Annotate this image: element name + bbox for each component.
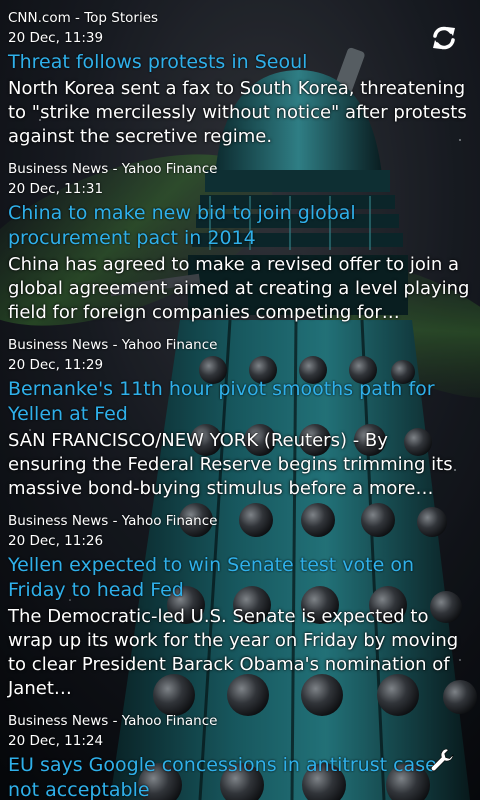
news-headline[interactable]: Threat follows protests in Seoul xyxy=(8,50,472,75)
news-headline[interactable]: China to make new bid to join global pro… xyxy=(8,201,472,251)
news-headline[interactable]: Yellen expected to win Senate test vote … xyxy=(8,553,472,603)
news-widget-screen: CNN.com - Top Stories 20 Dec, 11:39 Thre… xyxy=(0,0,480,800)
news-summary: The Democratic-led U.S. Senate is expect… xyxy=(8,606,459,699)
news-summary: China has agreed to make a revised offer… xyxy=(8,254,470,323)
news-summary: North Korea sent a fax to South Korea, t… xyxy=(8,78,467,147)
news-timestamp: 20 Dec, 11:29 xyxy=(8,357,104,373)
news-item[interactable]: Business News - Yahoo Finance 20 Dec, 11… xyxy=(0,511,480,701)
news-timestamp: 20 Dec, 11:24 xyxy=(8,733,104,749)
news-source: Business News - Yahoo Finance xyxy=(8,513,218,529)
news-source: Business News - Yahoo Finance xyxy=(8,161,218,177)
refresh-button[interactable] xyxy=(430,24,458,52)
news-timestamp: 20 Dec, 11:26 xyxy=(8,533,104,549)
news-item[interactable]: CNN.com - Top Stories 20 Dec, 11:39 Thre… xyxy=(0,8,480,149)
news-headline[interactable]: Bernanke's 11th hour pivot smooths path … xyxy=(8,377,472,427)
news-timestamp: 20 Dec, 11:39 xyxy=(8,30,104,46)
news-source: Business News - Yahoo Finance xyxy=(8,713,218,729)
news-item[interactable]: Business News - Yahoo Finance 20 Dec, 11… xyxy=(0,711,480,800)
news-timestamp: 20 Dec, 11:31 xyxy=(8,181,104,197)
news-feed-list[interactable]: CNN.com - Top Stories 20 Dec, 11:39 Thre… xyxy=(0,0,480,800)
news-headline[interactable]: EU says Google concessions in antitrust … xyxy=(8,753,472,800)
news-source: CNN.com - Top Stories xyxy=(8,10,159,26)
news-item[interactable]: Business News - Yahoo Finance 20 Dec, 11… xyxy=(0,159,480,325)
wrench-icon xyxy=(431,748,454,772)
news-item[interactable]: Business News - Yahoo Finance 20 Dec, 11… xyxy=(0,335,480,501)
settings-button[interactable] xyxy=(428,746,456,774)
news-summary: SAN FRANCISCO/NEW YORK (Reuters) - By en… xyxy=(8,430,453,499)
news-source: Business News - Yahoo Finance xyxy=(8,337,218,353)
refresh-icon xyxy=(433,26,455,50)
